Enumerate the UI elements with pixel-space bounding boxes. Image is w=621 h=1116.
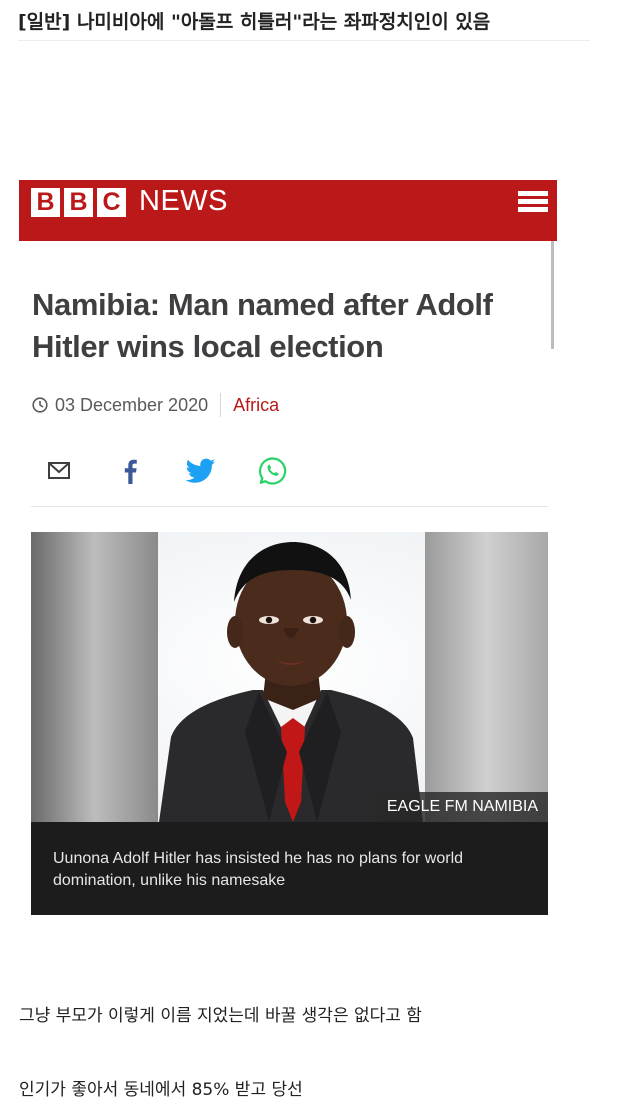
article-headline: Namibia: Man named after Adolf Hitler wi… [32,287,493,364]
whatsapp-icon[interactable] [258,456,288,486]
bbc-logo[interactable]: B B C [31,188,126,217]
article-meta: 03 December 2020 Africa [32,392,279,418]
clock-icon [32,397,48,413]
bbc-logo-letter: B [31,188,60,217]
post-text-line: 인기가 좋아서 동네에서 85% 받고 당선 [19,1080,303,1100]
meta-divider [220,393,222,417]
post-title: [일반] 나미비아에 "아돌프 히틀러"라는 좌파정치인이 있음 [18,8,590,41]
twitter-icon[interactable] [186,458,216,484]
bbc-header-bar: B B C NEWS [19,180,557,241]
category-link[interactable]: Africa [233,395,279,416]
scrollbar[interactable] [551,241,554,349]
man-portrait-image [31,532,548,822]
facebook-icon[interactable] [122,457,138,485]
article-date: 03 December 2020 [55,394,209,415]
post-text-line: 그냥 부모가 이렇게 이름 지었는데 바꿀 생각은 없다고 함 [19,1006,422,1026]
photo-caption: Uunona Adolf Hitler has insisted he has … [31,822,548,915]
bbc-logo-letter: B [64,188,93,217]
share-bar [47,456,307,486]
bbc-news-wordmark: NEWS [139,185,228,217]
email-icon[interactable] [47,460,71,482]
photo-credit: EAGLE FM NAMIBIA [376,792,548,822]
bbc-logo-letter: C [97,188,126,217]
hamburger-menu-icon[interactable] [518,191,548,213]
article-photo: EAGLE FM NAMIBIA [31,532,548,822]
bbc-article-screenshot: B B C NEWS Namibia: Man named after Adol… [19,180,557,918]
section-divider [31,506,548,507]
